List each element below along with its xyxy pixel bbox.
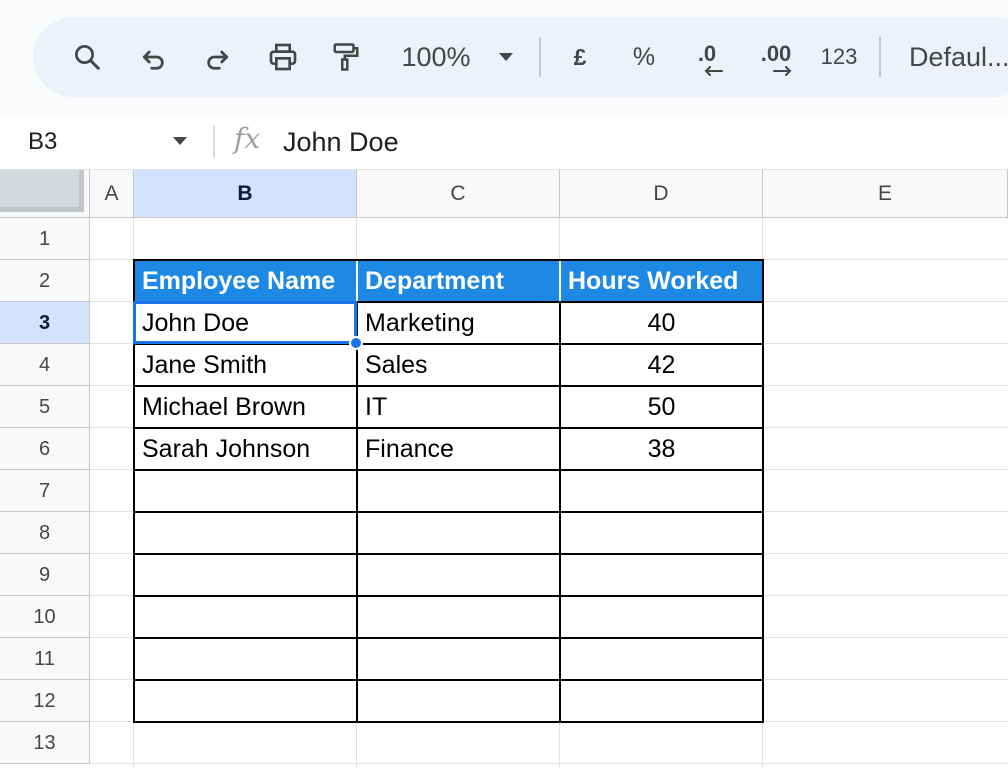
toolbar-divider (539, 37, 541, 77)
caret-down-icon (499, 53, 513, 61)
zoom-select[interactable]: 100% (391, 17, 481, 97)
increase-decimal-label: .00 (760, 41, 792, 66)
undo-icon (142, 50, 164, 70)
table-border (133, 259, 764, 261)
format-currency-button[interactable]: £ (563, 17, 597, 97)
row-header-6[interactable]: 6 (0, 428, 90, 470)
table-border (134, 595, 764, 597)
table-border (134, 469, 764, 471)
search-icon (75, 45, 100, 70)
row-header-10[interactable]: 10 (0, 596, 90, 638)
row-header-4[interactable]: 4 (0, 344, 90, 386)
fill-handle[interactable] (349, 336, 363, 350)
column-header-d[interactable]: D (560, 170, 763, 218)
redo-icon (207, 50, 229, 70)
table-cell[interactable]: IT (357, 386, 560, 428)
name-box[interactable]: B3 (28, 114, 57, 170)
table-border (134, 721, 764, 723)
paint-format-button[interactable] (326, 17, 366, 97)
row-header-5[interactable]: 5 (0, 386, 90, 428)
format-percent-button[interactable]: % (627, 17, 661, 97)
table-cell[interactable]: 38 (560, 428, 763, 470)
undo-button[interactable] (133, 17, 173, 97)
increase-decimal-button[interactable]: .00 (751, 17, 801, 97)
table-cell[interactable]: Marketing (357, 302, 560, 344)
toolbar-divider (879, 37, 881, 77)
font-name: Defaul... (909, 41, 1008, 72)
table-cell[interactable]: Jane Smith (134, 344, 357, 386)
row-header-7[interactable]: 7 (0, 470, 90, 512)
table-border (356, 301, 358, 723)
table-border (133, 259, 135, 303)
print-button[interactable] (263, 17, 303, 97)
row-header-11[interactable]: 11 (0, 638, 90, 680)
table-header-cell[interactable]: Hours Worked (560, 260, 763, 302)
redo-button[interactable] (198, 17, 238, 97)
table-border (133, 301, 135, 723)
decrease-decimal-button[interactable]: .0 (685, 17, 729, 97)
table-cell[interactable]: Sales (357, 344, 560, 386)
table-cell[interactable]: 40 (560, 302, 763, 344)
table-cell[interactable]: Finance (357, 428, 560, 470)
more-formats-label: 123 (820, 44, 858, 69)
row-header-9[interactable]: 9 (0, 554, 90, 596)
currency-label: £ (573, 43, 587, 70)
row-header-13[interactable]: 13 (0, 722, 90, 764)
table-cell[interactable]: Sarah Johnson (134, 428, 357, 470)
select-all-corner[interactable] (0, 170, 90, 218)
paint-format-icon (333, 43, 359, 71)
table-cell[interactable]: Michael Brown (134, 386, 357, 428)
table-cell[interactable]: John Doe (134, 302, 357, 344)
table-border (134, 343, 764, 345)
gridline (90, 763, 1008, 764)
toolbar: 100% £ % .0 .00 123 Defaul... (33, 17, 1008, 97)
table-border (134, 301, 764, 303)
table-header-cell[interactable]: Department (357, 260, 560, 302)
row-header-12[interactable]: 12 (0, 680, 90, 722)
table-border (559, 301, 561, 723)
font-select[interactable]: Defaul... (909, 17, 1008, 97)
percent-label: % (632, 42, 656, 71)
name-box-dropdown-icon[interactable] (172, 136, 188, 146)
formula-divider (213, 126, 215, 158)
row-header-3[interactable]: 3 (0, 302, 90, 344)
formula-bar: B3 fx John Doe (0, 114, 1008, 170)
table-border (134, 553, 764, 555)
table-header-cell[interactable]: Employee Name (134, 260, 357, 302)
table-border (762, 301, 764, 723)
table-border (134, 511, 764, 513)
table-border (134, 427, 764, 429)
zoom-dropdown[interactable] (493, 17, 519, 97)
formula-input[interactable]: John Doe (283, 114, 399, 170)
table-border (134, 679, 764, 681)
decrease-decimal-label: .0 (697, 41, 717, 66)
arrow-left-icon (704, 66, 723, 76)
column-header-b[interactable]: B (134, 170, 357, 218)
table-border (762, 259, 764, 303)
table-header-divider (559, 261, 561, 301)
freeze-handle[interactable] (0, 170, 84, 212)
print-icon (269, 43, 297, 71)
table-border (134, 637, 764, 639)
row-header-8[interactable]: 8 (0, 512, 90, 554)
arrow-right-icon (773, 66, 792, 76)
search-menus-button[interactable] (67, 17, 107, 97)
row-header-1[interactable]: 1 (0, 218, 90, 260)
more-formats-button[interactable]: 123 (815, 17, 863, 97)
table-cell[interactable]: 50 (560, 386, 763, 428)
zoom-value: 100% (401, 41, 471, 72)
sheet-grid: ABCDE 1 2 3 4 5 6 7 8 9 10 11 12 13 Employee Name Dep… (0, 170, 1008, 768)
column-header-e[interactable]: E (763, 170, 1008, 218)
table-cell[interactable]: 42 (560, 344, 763, 386)
table-border (134, 385, 764, 387)
column-header-a[interactable]: A (90, 170, 134, 218)
fx-icon: fx (234, 122, 261, 155)
column-header-c[interactable]: C (357, 170, 560, 218)
table-header-divider (356, 261, 358, 301)
row-header-2[interactable]: 2 (0, 260, 90, 302)
